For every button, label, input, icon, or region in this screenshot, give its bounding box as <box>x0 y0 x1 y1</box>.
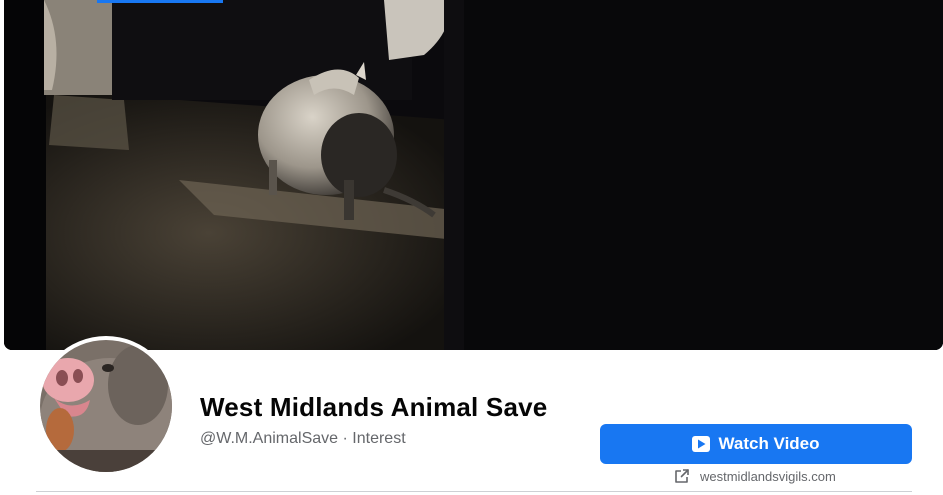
cover-photo-image <box>4 0 943 350</box>
website-link[interactable]: westmidlandsvigils.com <box>674 468 836 484</box>
cover-photo[interactable] <box>4 0 943 350</box>
section-divider <box>36 491 912 492</box>
watch-video-label: Watch Video <box>718 434 820 453</box>
profile-avatar[interactable] <box>36 336 176 476</box>
meta-separator: · <box>338 430 353 447</box>
video-play-icon <box>692 436 711 452</box>
cover-tab-indicator <box>97 0 223 3</box>
website-label: westmidlandsvigils.com <box>700 468 836 484</box>
profile-avatar-image <box>40 340 172 472</box>
external-link-icon <box>674 468 690 484</box>
page-handle: @W.M.AnimalSave <box>200 430 339 447</box>
page-category: Interest <box>352 430 406 447</box>
page-meta: @W.M.AnimalSave · Interest <box>200 430 406 448</box>
watch-video-button[interactable]: Watch Video <box>600 424 912 464</box>
page-title: West Midlands Animal Save <box>200 392 548 422</box>
